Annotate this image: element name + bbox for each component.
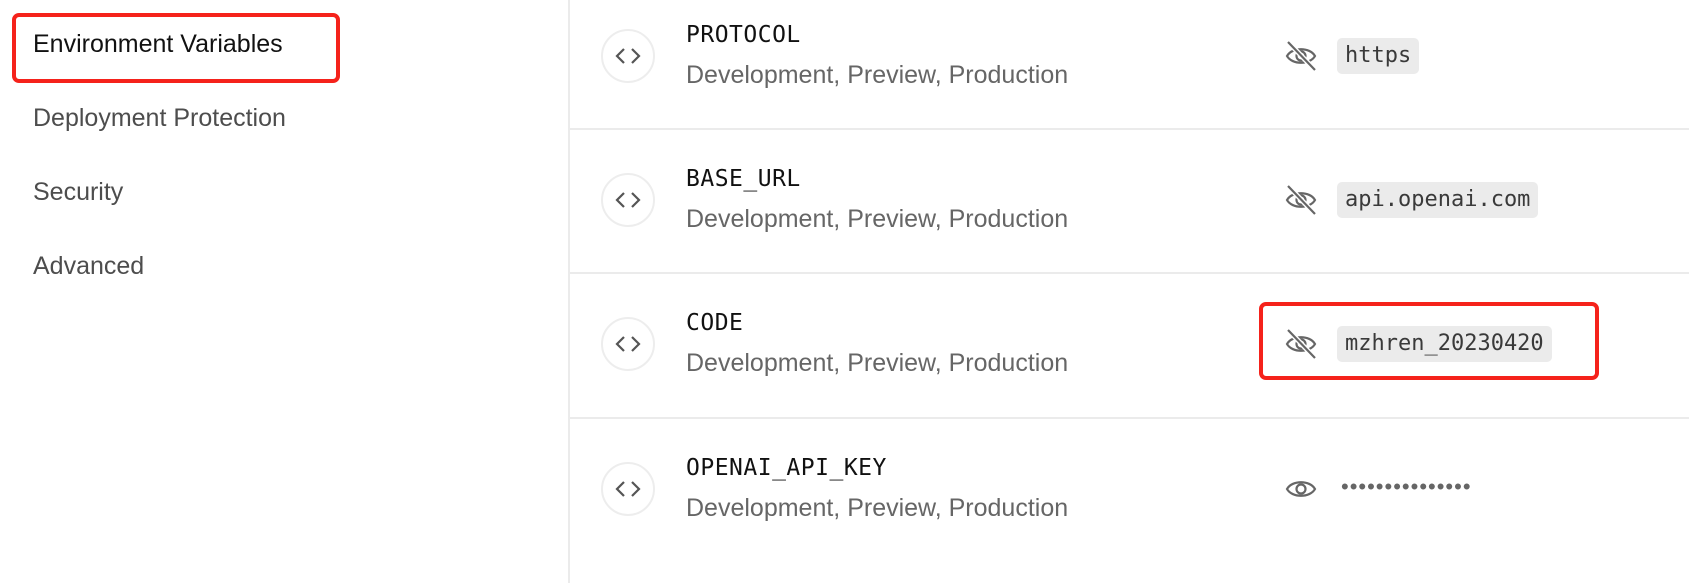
env-var-name: BASE_URL (686, 166, 801, 192)
env-var-value[interactable]: https (1337, 38, 1420, 74)
env-var-name: PROTOCOL (686, 22, 801, 48)
sidebar-item-security[interactable]: Security (33, 178, 123, 207)
env-var-row[interactable]: CODE Development, Preview, Production mz… (570, 274, 1689, 419)
sidebar-item-advanced[interactable]: Advanced (33, 252, 144, 281)
env-vars-list: PROTOCOL Development, Preview, Productio… (568, 0, 1689, 583)
settings-sidebar: Environment Variables Deployment Protect… (0, 0, 568, 583)
eye-icon[interactable] (1284, 472, 1318, 506)
env-var-row[interactable]: PROTOCOL Development, Preview, Productio… (570, 0, 1689, 130)
sidebar-item-environment-variables[interactable]: Environment Variables (33, 30, 283, 59)
env-var-name: OPENAI_API_KEY (686, 455, 887, 481)
env-var-environments: Development, Preview, Production (686, 494, 1069, 522)
env-var-environments: Development, Preview, Production (686, 349, 1069, 377)
sidebar-item-deployment-protection[interactable]: Deployment Protection (33, 104, 286, 133)
env-var-environments: Development, Preview, Production (686, 205, 1069, 233)
annotation-highlight-value (1259, 302, 1599, 380)
env-var-environments: Development, Preview, Production (686, 61, 1069, 89)
env-var-row[interactable]: OPENAI_API_KEY Development, Preview, Pro… (570, 419, 1689, 583)
code-brackets-icon (601, 462, 655, 516)
eye-off-icon[interactable] (1284, 183, 1318, 217)
env-var-masked-value[interactable]: ••••••••••••••• (1341, 474, 1472, 500)
code-brackets-icon (601, 173, 655, 227)
env-var-name: CODE (686, 310, 744, 336)
env-var-row[interactable]: BASE_URL Development, Preview, Productio… (570, 130, 1689, 274)
eye-off-icon[interactable] (1284, 39, 1318, 73)
env-var-value[interactable]: api.openai.com (1337, 182, 1539, 218)
code-brackets-icon (601, 29, 655, 83)
code-brackets-icon (601, 317, 655, 371)
